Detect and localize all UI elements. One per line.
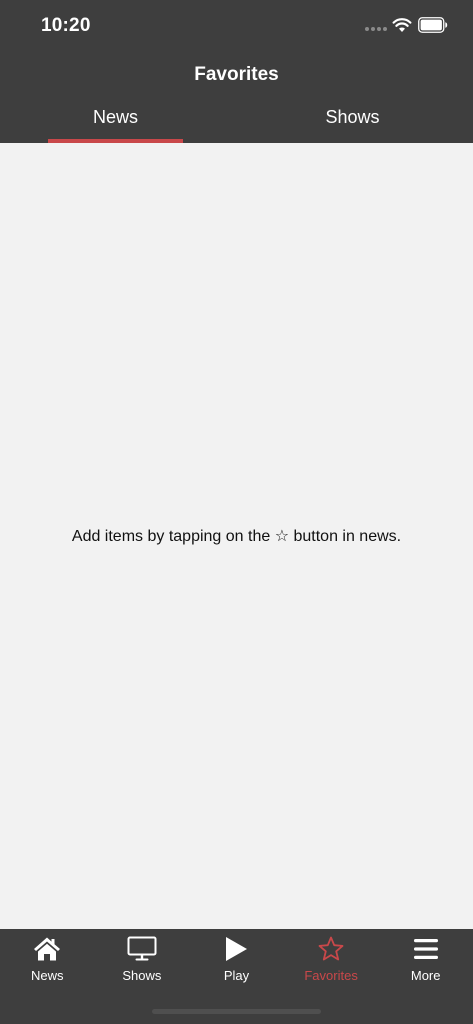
tab-bar-item-favorites[interactable]: Favorites — [284, 929, 379, 989]
wifi-icon — [392, 18, 412, 32]
play-icon — [226, 937, 248, 961]
home-icon — [34, 937, 61, 961]
tab-bar-item-shows[interactable]: Shows — [95, 929, 190, 989]
cellular-signal-icon — [365, 27, 387, 33]
header: 10:20 Favorites News Shows — [0, 0, 473, 143]
star-icon — [318, 936, 344, 961]
monitor-icon — [127, 936, 157, 961]
tab-bar-label-news: News — [31, 968, 64, 983]
status-time: 10:20 — [41, 15, 91, 36]
menu-icon — [413, 939, 438, 959]
status-bar: 10:20 — [0, 0, 473, 52]
home-indicator[interactable] — [152, 1009, 321, 1014]
battery-icon — [418, 17, 448, 33]
tab-bar-label-favorites: Favorites — [304, 968, 358, 983]
page-title: Favorites — [194, 64, 279, 85]
tab-bar-item-more[interactable]: More — [378, 929, 473, 989]
tab-bar-item-news[interactable]: News — [0, 929, 95, 989]
tab-shows[interactable]: Shows — [285, 107, 420, 143]
tab-bar-label-shows: Shows — [122, 968, 162, 983]
favorites-content: Add items by tapping on the ☆ button in … — [0, 143, 473, 929]
empty-state-message: Add items by tapping on the ☆ button in … — [71, 528, 402, 545]
tab-shows-label: Shows — [325, 107, 380, 127]
tab-news-label: News — [92, 107, 138, 127]
tab-bar-item-play[interactable]: Play — [189, 929, 284, 989]
tab-bar-label-play: Play — [223, 968, 250, 983]
tab-bar-label-more: More — [410, 968, 441, 983]
tab-news[interactable]: News — [48, 107, 183, 143]
